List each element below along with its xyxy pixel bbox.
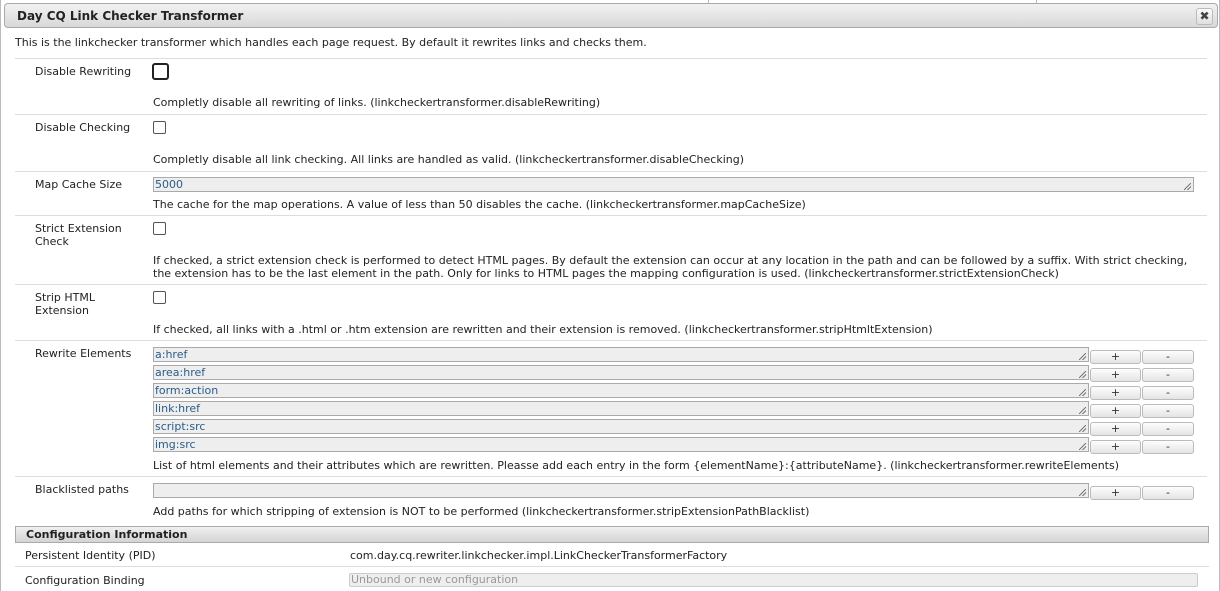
add-entry-button[interactable]: + (1090, 368, 1141, 382)
pid-value: com.day.cq.rewriter.linkchecker.impl.Lin… (350, 549, 728, 562)
remove-entry-button[interactable]: - (1142, 486, 1194, 500)
close-icon[interactable]: ✖ (1196, 8, 1213, 25)
rewrite-element-input[interactable]: area:href (153, 365, 1089, 380)
field-help: The cache for the map operations. A valu… (153, 198, 806, 211)
input-value: script:src (155, 420, 206, 433)
field-help: If checked, a strict extension check is … (153, 254, 1188, 280)
remove-entry-button[interactable]: - (1142, 404, 1194, 418)
rewrite-element-input[interactable]: link:href (153, 401, 1089, 416)
field-help: List of html elements and their attribut… (153, 459, 1120, 472)
input-value: link:href (155, 402, 201, 415)
field-label: Disable Rewriting (35, 65, 132, 78)
field-label: Map Cache Size (35, 178, 122, 191)
remove-entry-button[interactable]: - (1142, 386, 1194, 400)
rewrite-element-input[interactable]: a:href (153, 347, 1089, 362)
section-title: Configuration Information (26, 528, 188, 541)
field-label: Rewrite Elements (35, 347, 132, 360)
remove-entry-button[interactable]: - (1142, 422, 1194, 436)
resize-grip-icon[interactable] (1079, 489, 1086, 496)
resize-grip-icon[interactable] (1079, 371, 1086, 378)
input-value: a:href (155, 348, 188, 361)
map-cache-size-input[interactable]: 5000 (153, 177, 1194, 192)
row-map-cache-size: Map Cache Size 5000 The cache for the ma… (15, 171, 1207, 215)
add-entry-button[interactable]: + (1090, 486, 1141, 500)
rewrite-element-input[interactable]: img:src (153, 437, 1089, 452)
pid-row: Persistent Identity (PID) com.day.cq.rew… (15, 543, 1209, 567)
input-value: form:action (155, 384, 219, 397)
remove-entry-button[interactable]: - (1142, 350, 1194, 364)
row-disable-rewriting: Disable Rewriting Completly disable all … (15, 58, 1207, 114)
dialog-description: This is the linkchecker transformer whic… (15, 36, 647, 49)
resize-grip-icon[interactable] (1079, 443, 1086, 450)
field-label: Blacklisted paths (35, 483, 129, 496)
field-help: If checked, all links with a .html or .h… (153, 323, 933, 336)
input-value: area:href (155, 366, 206, 379)
input-value: img:src (155, 438, 196, 451)
field-help: Add paths for which stripping of extensi… (153, 505, 810, 518)
add-entry-button[interactable]: + (1090, 440, 1141, 454)
binding-label: Configuration Binding (25, 574, 145, 587)
disable-rewriting-checkbox[interactable] (152, 63, 169, 80)
field-label: Strict Extension Check (35, 222, 122, 248)
config-info-header: Configuration Information (15, 526, 1209, 543)
field-label: Disable Checking (35, 121, 131, 134)
config-dialog: Day CQ Link Checker Transformer ✖ This i… (0, 0, 1220, 591)
configuration-binding-select[interactable]: Unbound or new configuration (349, 573, 1198, 587)
add-entry-button[interactable]: + (1090, 404, 1141, 418)
field-help: Completly disable all rewriting of links… (153, 96, 601, 109)
row-blacklisted-paths: Blacklisted paths + - Add paths for whic… (15, 476, 1207, 522)
resize-grip-icon[interactable] (1079, 353, 1086, 360)
remove-entry-button[interactable]: - (1142, 440, 1194, 454)
row-disable-checking: Disable Checking Completly disable all l… (15, 114, 1207, 171)
strip-html-extension-checkbox[interactable] (153, 291, 166, 304)
field-help: Completly disable all link checking. All… (153, 153, 745, 166)
rewrite-element-input[interactable]: script:src (153, 419, 1089, 434)
row-strict-extension-check: Strict Extension Check If checked, a str… (15, 215, 1207, 284)
dialog-titlebar[interactable]: Day CQ Link Checker Transformer ✖ (4, 3, 1218, 28)
pid-label: Persistent Identity (PID) (25, 549, 156, 562)
remove-entry-button[interactable]: - (1142, 368, 1194, 382)
row-strip-html-extension: Strip HTML Extension If checked, all lin… (15, 284, 1207, 340)
add-entry-button[interactable]: + (1090, 386, 1141, 400)
disable-checking-checkbox[interactable] (153, 121, 166, 134)
dialog-title: Day CQ Link Checker Transformer (17, 9, 244, 23)
field-label: Strip HTML Extension (35, 291, 95, 317)
resize-grip-icon[interactable] (1079, 389, 1086, 396)
resize-grip-icon[interactable] (1079, 407, 1086, 414)
strict-extension-check-checkbox[interactable] (153, 222, 166, 235)
resize-grip-icon[interactable] (1079, 425, 1086, 432)
add-entry-button[interactable]: + (1090, 350, 1141, 364)
row-rewrite-elements: Rewrite Elements a:href + - area:href + … (15, 340, 1207, 476)
blacklisted-path-input[interactable] (153, 483, 1089, 498)
rewrite-element-input[interactable]: form:action (153, 383, 1089, 398)
resize-grip-icon[interactable] (1184, 183, 1191, 190)
input-value: 5000 (155, 178, 183, 191)
add-entry-button[interactable]: + (1090, 422, 1141, 436)
